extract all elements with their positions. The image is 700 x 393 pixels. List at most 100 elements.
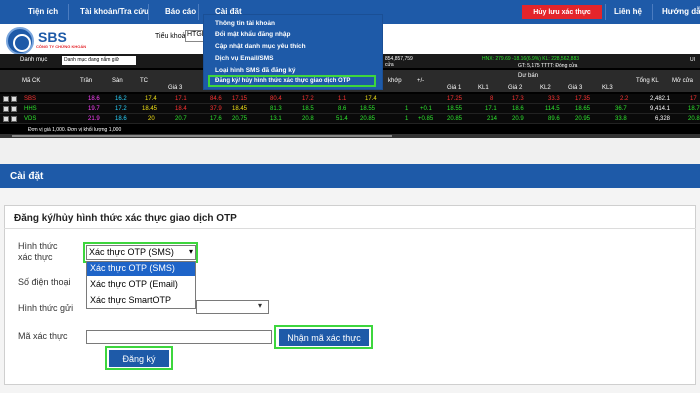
- col-gia3: Giá 3: [168, 85, 183, 91]
- total-vol-cell: 6,328: [655, 116, 671, 122]
- vol-cell: 13.1: [270, 116, 282, 122]
- col-khop: khớp: [388, 78, 402, 84]
- match-cell: 18.55: [360, 106, 376, 112]
- vol-cell: 1.1: [338, 96, 347, 102]
- nav-lien-he[interactable]: Liên hệ: [614, 7, 642, 16]
- option-otp-sms[interactable]: Xác thực OTP (SMS): [87, 262, 195, 276]
- vol-cell: 17.6: [210, 116, 222, 122]
- hnx-stats: GT: 5,175 TTTT: Đóng cửa: [518, 63, 578, 69]
- nav-huong-dan[interactable]: Hướng dẫn: [662, 7, 700, 16]
- phone-label: Số điện thoại: [18, 277, 71, 287]
- register-highlight: [105, 346, 173, 370]
- menu-item-sms-types[interactable]: Loại hình SMS đã đăng ký: [215, 67, 296, 74]
- symbol-cell[interactable]: HHS: [24, 106, 37, 112]
- col-kl2: KL2: [540, 85, 551, 91]
- board-scroll-thumb[interactable]: [12, 135, 392, 137]
- menu-item-account-info[interactable]: Thông tin tài khoản: [215, 20, 275, 27]
- spacer-band: [0, 138, 700, 164]
- logo-subtitle: CÔNG TY CHỨNG KHOÁN: [36, 44, 87, 49]
- ceiling-cell: 18.6: [88, 96, 100, 102]
- vol-cell: 80.4: [270, 96, 282, 102]
- table-row[interactable]: [0, 114, 700, 124]
- vol-cell: 8: [490, 96, 494, 102]
- chart-icon[interactable]: [11, 116, 17, 122]
- total-vol-cell: 2,482.1: [650, 96, 671, 102]
- vol-cell: 37.9: [210, 106, 222, 112]
- ref-cell: 20: [148, 116, 155, 122]
- price-cell: 18.4: [175, 106, 187, 112]
- chart-icon[interactable]: [11, 96, 17, 102]
- price-cell: 20.7: [175, 116, 187, 122]
- price-cell: 17.2: [302, 96, 314, 102]
- col-gia3b: Giá 3: [568, 85, 583, 91]
- vol-cell: 89.6: [548, 116, 560, 122]
- option-smart-otp[interactable]: Xác thực SmartOTP: [87, 294, 195, 308]
- nav-separator: [148, 4, 149, 20]
- divider: [4, 228, 696, 229]
- cancel-otp-save-button[interactable]: Hủy lưu xác thực: [522, 5, 602, 19]
- price-cell: 17.1: [175, 96, 187, 102]
- vol-cell: 214: [487, 116, 498, 122]
- nav-tien-ich[interactable]: Tiện ích: [28, 7, 58, 16]
- nav-separator: [68, 4, 69, 20]
- col-san: Sàn: [112, 78, 123, 84]
- logo-text: SBS: [38, 29, 67, 45]
- vol-cell: 84.6: [210, 96, 222, 102]
- vol-cell: 17.1: [485, 106, 497, 112]
- col-mo-cua: Mở cửa: [672, 78, 693, 84]
- vol-cell: 36.7: [615, 106, 627, 112]
- get-code-highlight: [274, 325, 373, 349]
- price-cell: 20.95: [575, 116, 591, 122]
- price-cell: 20.85: [447, 116, 463, 122]
- add-icon[interactable]: [3, 116, 9, 122]
- menu-item-update-watchlist[interactable]: Cập nhật danh mục yêu thích: [215, 43, 306, 50]
- floor-cell: 18.6: [115, 116, 127, 122]
- vol-cell: 2.2: [620, 96, 629, 102]
- nav-separator: [198, 4, 199, 20]
- board-unit-note: Đơn vị giá 1,000. Đơn vị khối lượng 1,00…: [28, 127, 122, 133]
- menu-item-change-password[interactable]: Đổi mật khẩu đăng nhập: [215, 31, 290, 38]
- open-cell: 17: [690, 96, 697, 102]
- menu-item-highlight: [208, 75, 376, 87]
- vol-cell: 81.3: [270, 106, 282, 112]
- ceiling-cell: 21.9: [88, 116, 100, 122]
- panel-title: Đăng ký/hủy hình thức xác thực giao dịch…: [14, 213, 237, 224]
- watchlist-select[interactable]: Danh mục đang nắm giữ: [62, 56, 136, 65]
- price-cell: 18.65: [575, 106, 591, 112]
- price-cell: 17.15: [232, 96, 248, 102]
- price-cell: 20.75: [232, 116, 248, 122]
- settings-title-bar: Cài đặt: [0, 164, 700, 188]
- nav-separator: [605, 4, 606, 20]
- price-cell: 18.55: [447, 106, 463, 112]
- table-row[interactable]: [0, 104, 700, 114]
- index-status: cửa: [385, 62, 394, 68]
- match-cell: 20.85: [360, 116, 376, 122]
- nav-tai-khoan[interactable]: Tài khoản/Tra cứu: [80, 7, 149, 16]
- open-cell: 18.7: [688, 106, 700, 112]
- verification-code-input[interactable]: [86, 330, 272, 344]
- nav-separator: [652, 4, 653, 20]
- change-cell: +0.1: [420, 106, 432, 112]
- option-otp-email[interactable]: Xác thực OTP (Email): [87, 278, 195, 292]
- table-row[interactable]: [0, 94, 700, 104]
- add-icon[interactable]: [3, 106, 9, 112]
- nav-bao-cao[interactable]: Báo cáo: [165, 7, 196, 16]
- chart-icon[interactable]: [11, 106, 17, 112]
- price-cell: 18.5: [302, 106, 314, 112]
- col-du-ban: Dư bán: [518, 73, 539, 79]
- symbol-cell[interactable]: SBS: [24, 96, 36, 102]
- select-highlight: [83, 242, 198, 263]
- price-cell: 17.35: [575, 96, 591, 102]
- open-cell: 20.8: [688, 116, 700, 122]
- upcom-tag: UI: [690, 57, 695, 63]
- price-cell: 20.9: [512, 116, 524, 122]
- symbol-cell[interactable]: VDS: [24, 116, 36, 122]
- floor-cell: 17.2: [115, 106, 127, 112]
- total-vol-cell: 9,414.1: [650, 106, 671, 112]
- vol-cell: 33.8: [615, 116, 627, 122]
- match-vol-cell: 1: [405, 106, 409, 112]
- menu-item-email-sms[interactable]: Dịch vụ Email/SMS: [215, 55, 274, 62]
- add-icon[interactable]: [3, 96, 9, 102]
- col-ma-ck[interactable]: Mã CK: [22, 78, 40, 84]
- send-method-label: Hình thức gửi: [18, 303, 74, 313]
